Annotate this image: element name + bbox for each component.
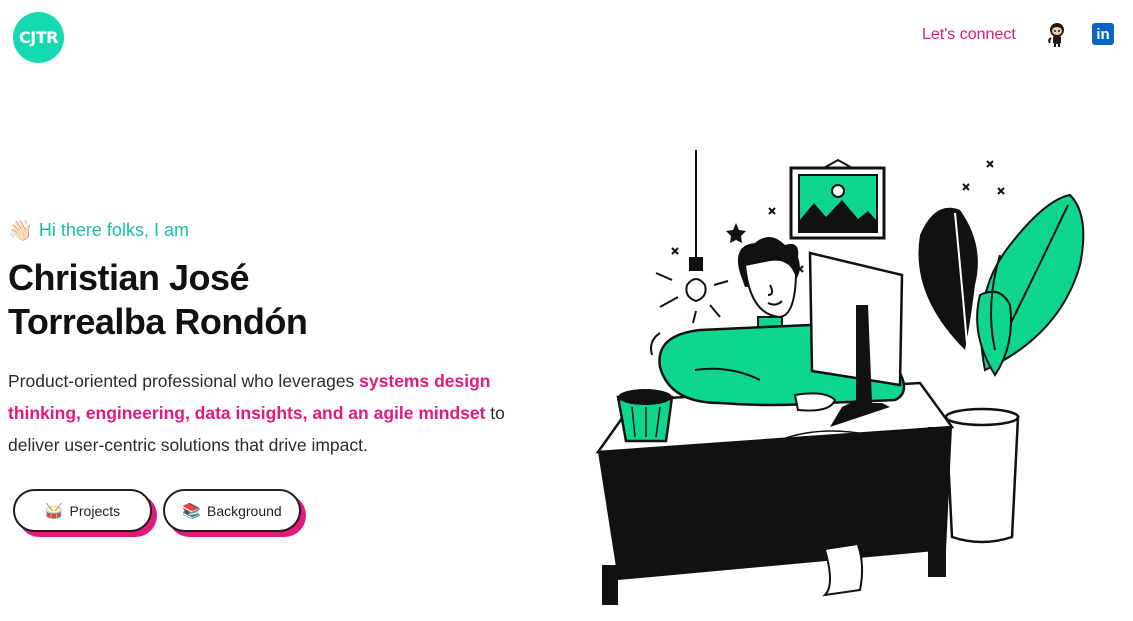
nav-lets-connect-link[interactable]: Let's connect	[922, 26, 1016, 44]
tagline: Product-oriented professional who levera…	[8, 365, 528, 461]
projects-button[interactable]: 🥁 Projects	[13, 489, 152, 532]
greeting: 👋🏻 Hi there folks, I am	[8, 218, 189, 243]
hero-illustration	[595, 150, 1085, 605]
star-icon	[726, 223, 746, 243]
projects-button-label: Projects	[69, 502, 121, 519]
site-logo[interactable]: CJTR	[13, 12, 64, 63]
lamp-icon	[655, 150, 729, 324]
wall-picture	[789, 158, 886, 240]
background-button[interactable]: 📚 Background	[163, 489, 301, 532]
books-icon: 📚	[182, 502, 201, 520]
greeting-text: Hi there folks, I am	[38, 220, 189, 240]
drum-icon: 🥁	[44, 502, 64, 520]
cup-icon	[616, 389, 674, 443]
waving-hand-icon: 👋🏻	[8, 220, 33, 242]
github-icon[interactable]	[1045, 22, 1069, 48]
linkedin-icon[interactable]: in	[1092, 23, 1114, 45]
name-line-1: Christian José	[8, 257, 250, 298]
background-button-label: Background	[206, 502, 282, 519]
tagline-intro: Product-oriented professional who levera…	[8, 371, 360, 391]
name-line-2: Torrealba Rondón	[8, 301, 308, 342]
page-title: Christian José Torrealba Rondón	[8, 256, 528, 344]
page: CJTR Let's connect in 👋🏻 Hi there folks,…	[0, 0, 1133, 621]
github-octocat-icon	[1048, 23, 1064, 47]
